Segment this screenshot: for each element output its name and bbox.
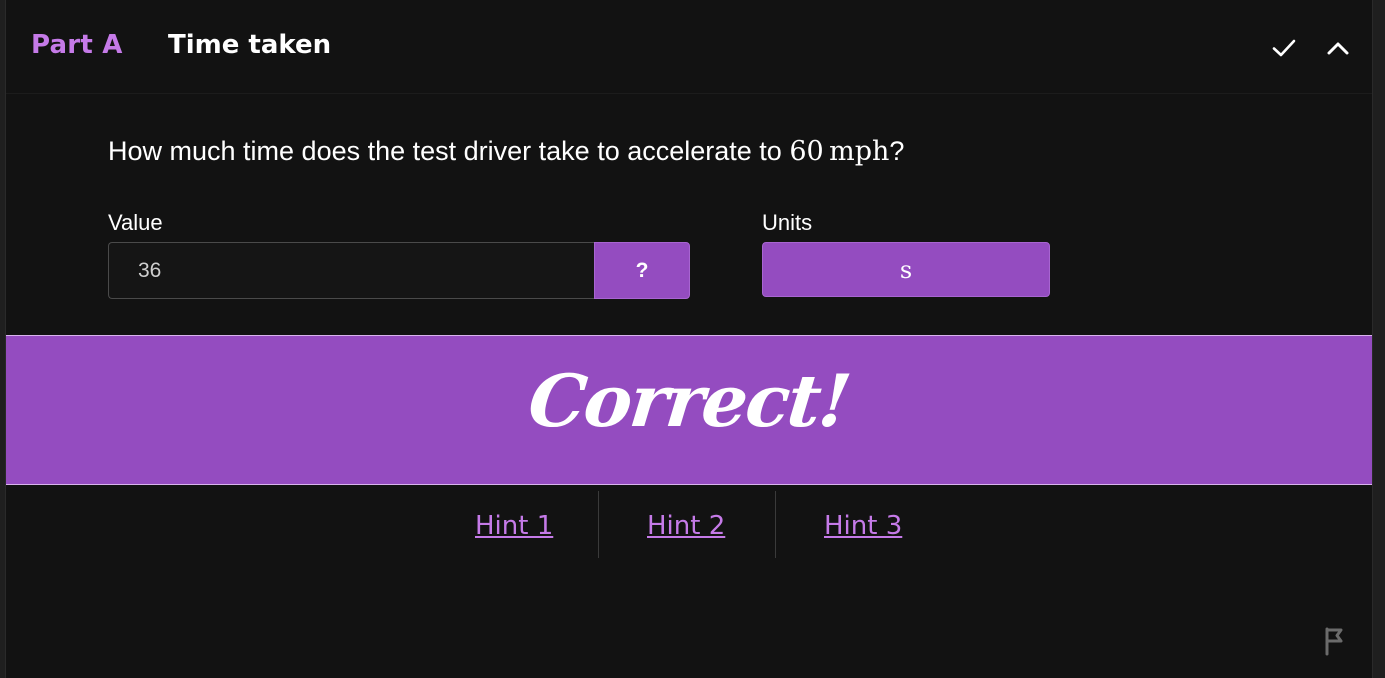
value-label: Value (108, 210, 163, 235)
hint-divider (598, 491, 599, 558)
value-help-button[interactable]: ? (594, 242, 690, 299)
flag-icon[interactable] (1322, 626, 1348, 656)
part-title: Time taken (168, 30, 332, 60)
units-value: s (899, 255, 913, 284)
hint-2-link[interactable]: Hint 2 (647, 511, 725, 541)
question-part-panel: Part A Time taken How much time does the… (5, 0, 1373, 678)
units-label: Units (762, 210, 813, 235)
feedback-message: Correct! (524, 358, 854, 443)
part-label: Part A (31, 30, 123, 60)
question-text-before: How much time does the test driver take … (108, 136, 790, 166)
check-icon (1270, 34, 1298, 62)
math-unit: mph (829, 136, 890, 167)
units-select-button[interactable]: s (762, 242, 1050, 297)
chevron-up-icon[interactable] (1324, 34, 1352, 62)
value-input[interactable] (108, 242, 595, 299)
part-header[interactable]: Part A Time taken (6, 0, 1372, 94)
correct-feedback-banner: Correct! (6, 335, 1372, 485)
hint-1-link[interactable]: Hint 1 (475, 511, 553, 541)
question-text: How much time does the test driver take … (108, 136, 904, 167)
math-value: 60 (789, 136, 824, 167)
hint-3-link[interactable]: Hint 3 (824, 511, 902, 541)
question-text-after: ? (889, 136, 905, 166)
hint-divider (775, 491, 776, 558)
hints-bar: Hint 1 Hint 2 Hint 3 (6, 491, 1372, 558)
